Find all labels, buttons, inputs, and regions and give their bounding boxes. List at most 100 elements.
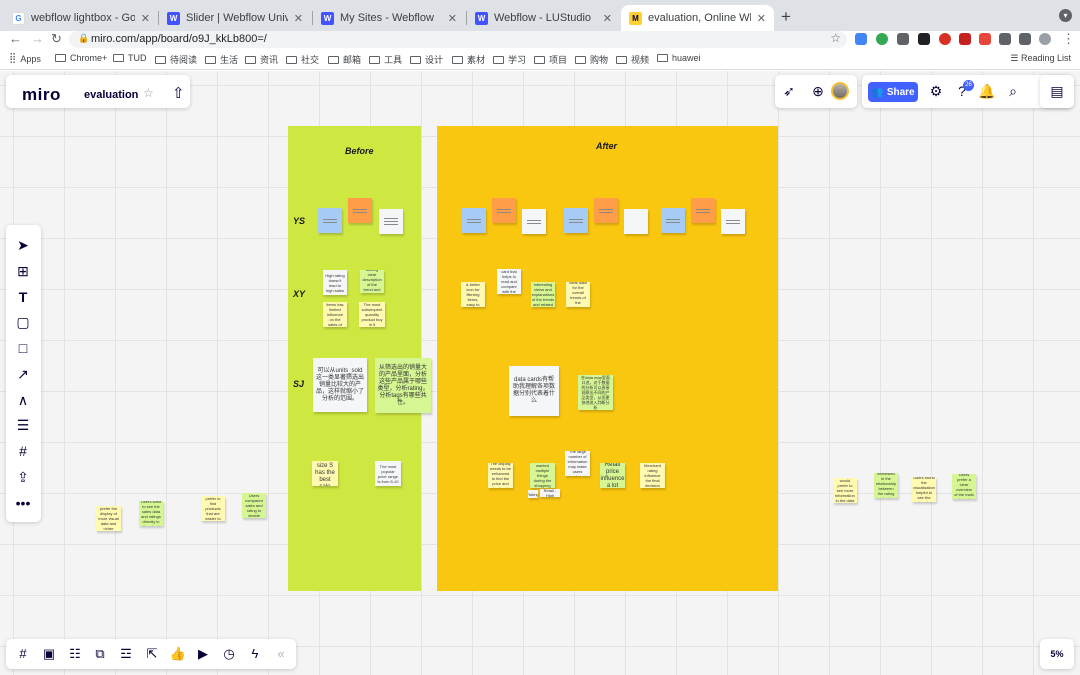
frame-tool-icon[interactable]: #: [12, 442, 34, 460]
sticky-note[interactable]: The most popular price range is from 5-1…: [375, 461, 401, 486]
sticky-note[interactable]: [348, 198, 372, 223]
close-icon[interactable]: ✕: [603, 12, 612, 25]
sticky-note[interactable]: [379, 209, 403, 234]
video-call-icon[interactable]: ▶: [194, 646, 212, 662]
extension-icon[interactable]: [918, 33, 930, 45]
collapse-chevron-icon[interactable]: «: [272, 646, 290, 661]
bookmark-folder[interactable]: 生活: [205, 53, 238, 66]
sticky-note[interactable]: Users prefer to find products that are e…: [201, 496, 225, 521]
close-icon[interactable]: ✕: [757, 12, 766, 25]
presentation-icon[interactable]: ▣: [40, 646, 58, 662]
comments-icon[interactable]: ☷: [66, 646, 84, 662]
share-button[interactable]: 👥 Share: [868, 82, 918, 102]
pen-tool-icon[interactable]: ∧: [12, 391, 34, 409]
select-cursor-icon[interactable]: ➤: [12, 236, 34, 254]
miro-logo[interactable]: miro: [22, 85, 61, 105]
extension-icon[interactable]: [939, 33, 951, 45]
sticky-note[interactable]: The user would prefer to see more inform…: [833, 478, 857, 503]
sticky-note[interactable]: High rating doesn't lead to high sales: [323, 270, 347, 295]
bookmark-folder[interactable]: huawei: [657, 53, 701, 63]
translate-extension-icon[interactable]: [855, 33, 867, 45]
sticky-note[interactable]: 可以从units_sold这一类显著筛选出销量比较大的产品，这样就缩小了分析的范…: [313, 358, 367, 412]
puzzle-extensions-icon[interactable]: [999, 33, 1011, 45]
more-vertical-icon[interactable]: ⋮: [1062, 31, 1075, 47]
sticky-note[interactable]: Retail - High: [540, 489, 560, 497]
sticky-note[interactable]: The display needs to be enhanced to find…: [488, 463, 513, 488]
board-name[interactable]: evaluation: [84, 89, 138, 101]
sticky-note[interactable]: data cards有帮助我理解各项数据分别代表着什么: [509, 366, 559, 416]
back-arrow-icon[interactable]: ←: [9, 31, 22, 47]
export-icon[interactable]: ⇧: [172, 84, 185, 102]
bookmark-folder[interactable]: 素材: [452, 53, 485, 66]
sticky-note[interactable]: Merchant rating influence the final deci…: [640, 463, 665, 488]
bookmark-folder[interactable]: 项目: [534, 53, 567, 66]
sticky-note[interactable]: Users are interested in the relationship…: [874, 473, 898, 498]
sticky-note[interactable]: lacking clear description of the trend a…: [360, 270, 384, 293]
sticky-note[interactable]: Users compared sales and rating to decid…: [242, 493, 266, 518]
screen-share-icon[interactable]: ⧉: [91, 646, 109, 662]
sticky-note[interactable]: [492, 198, 516, 223]
bookmark-folder[interactable]: 工具: [369, 53, 402, 66]
sticky-note[interactable]: Users want to see the sales data and rat…: [139, 501, 163, 526]
reload-icon[interactable]: ↻: [51, 31, 62, 47]
settings-sliders-icon[interactable]: ⚙: [926, 83, 946, 100]
sticky-note[interactable]: [462, 208, 486, 233]
sticky-note[interactable]: The size S has the best sale: [312, 461, 338, 486]
connection-line-icon[interactable]: ↗: [12, 365, 34, 383]
frames-icon[interactable]: #: [14, 646, 32, 661]
timer-icon[interactable]: ◷: [220, 646, 238, 662]
notes-panel-icon[interactable]: ▤: [1047, 83, 1067, 100]
forward-arrow-icon[interactable]: →: [31, 31, 44, 47]
sticky-note-icon[interactable]: ▢: [12, 313, 34, 331]
zoom-level[interactable]: 5%: [1040, 639, 1074, 669]
sticky-note[interactable]: [522, 209, 546, 234]
tab-miro-evaluation[interactable]: M evaluation, Online Whiteboard for V ✕: [621, 5, 774, 31]
bookmark-folder[interactable]: 设计: [410, 53, 443, 66]
comment-icon[interactable]: ☰: [12, 416, 34, 434]
extension-icon[interactable]: [897, 33, 909, 45]
sticky-note[interactable]: Rating: [528, 490, 538, 498]
after-frame[interactable]: [437, 126, 778, 591]
window-menu-icon[interactable]: ▾: [1059, 9, 1072, 22]
bookmark-apps[interactable]: ⣿ Apps: [9, 53, 41, 64]
bookmark-folder[interactable]: 学习: [493, 53, 526, 66]
bookmark-folder[interactable]: 待阅读: [155, 53, 197, 66]
close-icon[interactable]: ✕: [448, 12, 457, 25]
sticky-note[interactable]: The large number of information may make…: [565, 451, 590, 476]
search-icon[interactable]: ⌕: [1003, 83, 1023, 100]
sticky-note[interactable]: The most interesting views and explanati…: [531, 282, 555, 307]
bookmark-folder[interactable]: Chrome+: [55, 53, 107, 63]
more-tools-icon[interactable]: •••: [12, 494, 34, 512]
address-bar[interactable]: 🔒 miro.com/app/board/o9J_kkLb800=/ ☆: [69, 31, 847, 48]
sticky-note[interactable]: [691, 198, 715, 223]
extension-icon[interactable]: [979, 33, 991, 45]
reading-list-button[interactable]: ☰ Reading List: [1010, 53, 1071, 64]
star-icon[interactable]: ☆: [143, 86, 154, 100]
extension-icon[interactable]: [876, 33, 888, 45]
close-icon[interactable]: ✕: [141, 12, 150, 25]
profile-avatar[interactable]: [1039, 33, 1051, 45]
shape-tool-icon[interactable]: □: [12, 339, 34, 357]
reading-mode-icon[interactable]: [1019, 33, 1031, 45]
sticky-note[interactable]: The most subsequent quantity product buy…: [359, 302, 385, 327]
sticky-note[interactable]: Retail price influence a lot: [600, 463, 625, 488]
tab-my-sites-webflow[interactable]: W My Sites - Webflow ✕: [313, 5, 465, 31]
tab-google-search[interactable]: G webflow lightbox - Google Search ✕: [4, 5, 158, 31]
bookmark-folder[interactable]: 资讯: [245, 53, 278, 66]
sticky-note[interactable]: Users wanted multiple things during the …: [530, 463, 555, 488]
user-avatar[interactable]: [831, 82, 849, 100]
close-icon[interactable]: ✕: [294, 12, 303, 25]
extension-icon[interactable]: [959, 33, 971, 45]
bell-icon[interactable]: 🔔: [977, 83, 997, 100]
sticky-note[interactable]: [661, 208, 685, 233]
sticky-note[interactable]: The most clear data for the overall tren…: [566, 282, 590, 307]
text-tool-icon[interactable]: T: [12, 288, 34, 306]
sticky-note[interactable]: [624, 209, 648, 234]
templates-icon[interactable]: ⊞: [12, 262, 34, 280]
like-icon[interactable]: 👍: [169, 646, 187, 662]
bookmark-folder[interactable]: 社交: [286, 53, 319, 66]
sticky-note[interactable]: [721, 209, 745, 234]
sticky-note[interactable]: [318, 208, 342, 233]
sticky-note[interactable]: Users prefer a clear overview of the mai…: [952, 474, 976, 499]
sticky-note[interactable]: 从筛选出的销量大的产品里面，分析这些产品属于哪些类型，分析rating，分析ta…: [375, 358, 431, 413]
